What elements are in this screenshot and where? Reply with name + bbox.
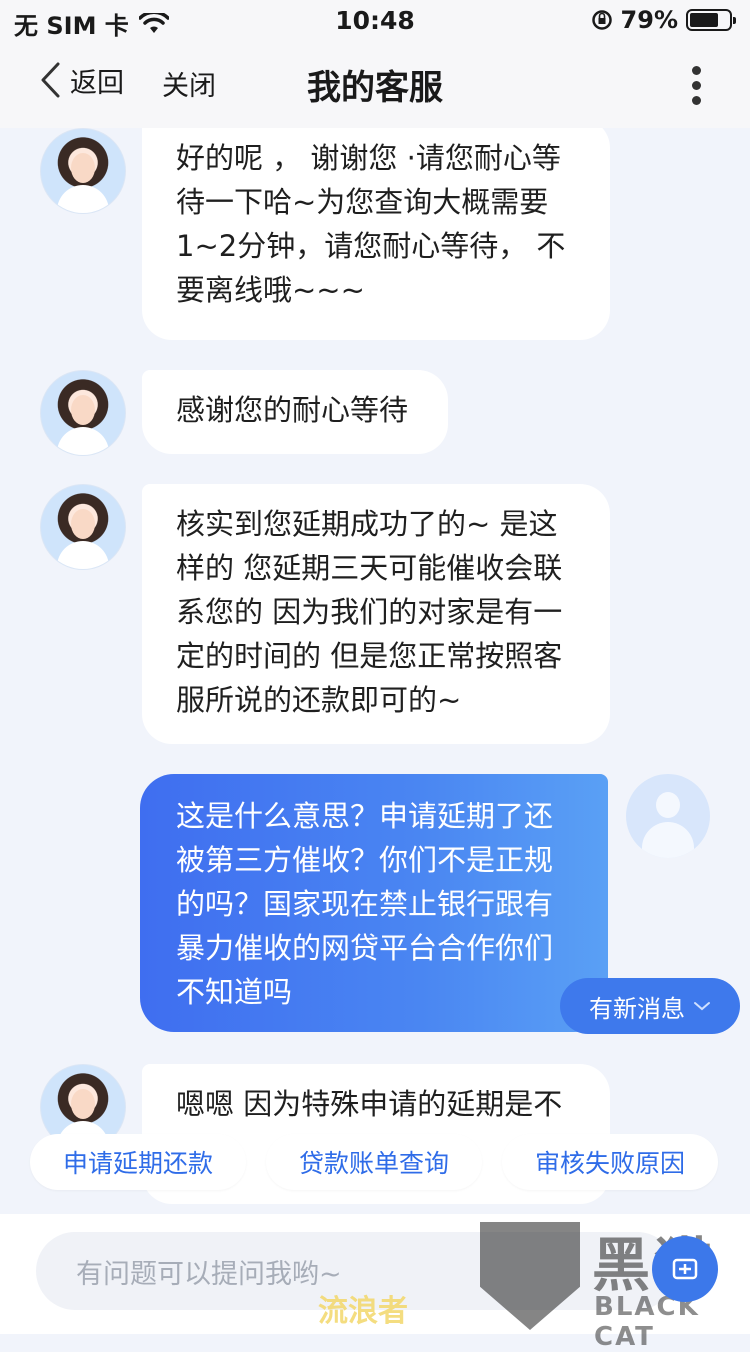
avatar-head: [656, 792, 680, 818]
message-bubble: 好的呢 ， 谢谢您 ·请您耐心等待一下哈~为您查询大概需要1~2分钟，请您耐心等…: [142, 128, 610, 340]
page-title: 我的客服: [307, 68, 443, 108]
quick-reply-bar: 申请延期还款 贷款账单查询 审核失败原因: [0, 1134, 750, 1194]
avatar-face: [71, 153, 95, 183]
avatar-body: [57, 541, 109, 569]
avatar-face: [71, 395, 95, 425]
message-bubble: 这是什么意思？申请延期了还被第三方催收？你们不是正规的吗？国家现在禁止银行跟有暴…: [140, 774, 608, 1032]
agent-avatar: [40, 128, 126, 214]
new-message-label: 有新消息: [589, 994, 685, 1023]
input-placeholder: 有问题可以提问我哟~: [76, 1258, 342, 1290]
blackcat-logo-icon: [480, 1222, 580, 1330]
dot-icon: [692, 81, 701, 90]
status-right-group: 79%: [591, 6, 736, 34]
battery-percent: 79%: [620, 6, 678, 34]
chat-area[interactable]: 好的呢 ， 谢谢您 ·请您耐心等待一下哈~为您查询大概需要1~2分钟，请您耐心等…: [0, 128, 750, 1218]
dot-icon: [692, 66, 701, 75]
avatar-face: [71, 509, 95, 539]
avatar-torso: [642, 822, 694, 858]
avatar-body: [57, 427, 109, 455]
nav-bar: 返回 关闭 我的客服: [0, 40, 750, 128]
new-message-button[interactable]: 有新消息: [560, 978, 740, 1034]
quick-reply-chip[interactable]: 申请延期还款: [30, 1134, 246, 1190]
orientation-lock-icon: [591, 10, 612, 30]
send-icon: [672, 1258, 698, 1280]
quick-reply-chip[interactable]: 贷款账单查询: [266, 1134, 482, 1190]
avatar-face: [71, 1089, 95, 1119]
message-bubble: 感谢您的耐心等待: [142, 370, 448, 454]
agent-avatar: [40, 484, 126, 570]
dot-icon: [692, 96, 701, 105]
send-button[interactable]: [652, 1236, 718, 1302]
battery-fill: [690, 13, 718, 27]
quick-reply-chip[interactable]: 审核失败原因: [502, 1134, 718, 1190]
message-bubble: 核实到您延期成功了的~ 是这样的 您延期三天可能催收会联系您的 因为我们的对家是…: [142, 484, 610, 744]
watermark-text: 流浪者: [318, 1294, 408, 1329]
battery-icon: [686, 9, 736, 31]
status-bar: 无 SIM 卡 10:48 79%: [0, 0, 750, 40]
more-options-button[interactable]: [692, 66, 702, 111]
agent-avatar: [40, 370, 126, 456]
user-avatar: [626, 774, 710, 858]
avatar-body: [57, 185, 109, 213]
watermark-brand-en: BLACK CAT: [594, 1292, 700, 1352]
chevron-down-icon: [694, 1002, 710, 1011]
